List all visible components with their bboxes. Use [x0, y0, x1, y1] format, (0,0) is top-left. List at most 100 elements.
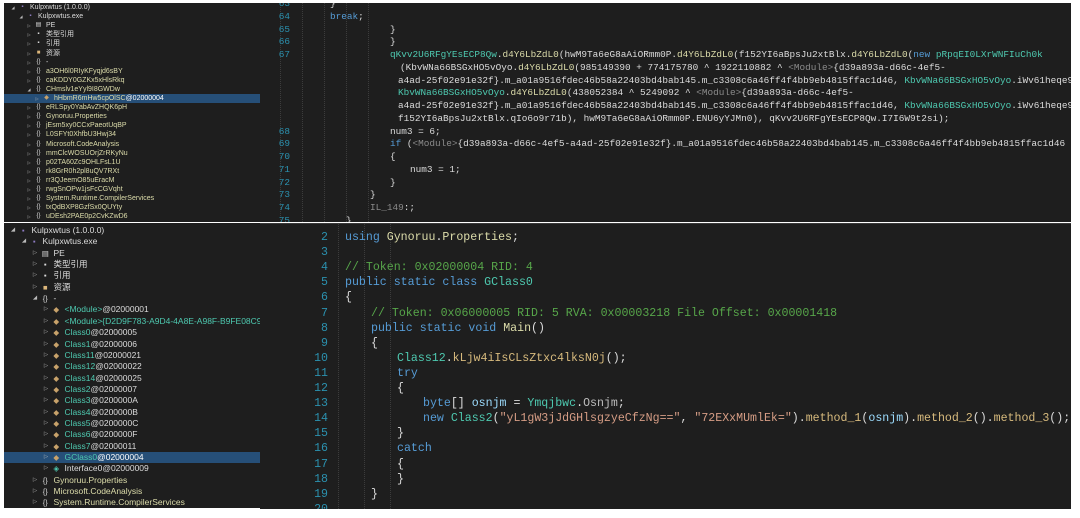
code-line[interactable]: new Class2("yL1gW3jJdGHlsgzyeCfzNg==", "… — [423, 411, 1070, 426]
collapsed-arrow-icon[interactable]: ▷ — [41, 361, 51, 372]
tree-node[interactable]: ▷ ◆ Class1 @02000006 — [4, 339, 137, 350]
collapsed-arrow-icon[interactable]: ▷ — [24, 49, 34, 58]
collapsed-arrow-icon[interactable]: ▷ — [24, 167, 34, 176]
collapsed-arrow-icon[interactable]: ▷ — [24, 130, 34, 139]
collapsed-arrow-icon[interactable]: ▷ — [41, 339, 51, 350]
code-line[interactable]: Class12.kLjw4iIsCLsZtxc4lksN0j(); — [397, 351, 627, 366]
collapsed-arrow-icon[interactable]: ▷ — [24, 194, 34, 203]
code-line[interactable]: byte[] osnjm = Ymqjbwc.Osnjm; — [423, 396, 625, 411]
code-line[interactable]: } — [346, 215, 352, 222]
collapsed-arrow-icon[interactable]: ▷ — [24, 176, 34, 185]
tree-node[interactable]: ◢ ▪ Kulpxwtus.exe — [4, 236, 97, 247]
bottom-assembly-tree[interactable]: ◢ ▪ Kulpxwtus (1.0.0.0) ◢ ▪ Kulpxwtus.exe ▷ ▤ PE… — [4, 223, 260, 508]
tree-node[interactable]: ▷ ▪ 类型引用 — [4, 30, 74, 39]
tree-node[interactable]: ▷{} Gynoruu.Properties — [4, 475, 127, 486]
collapsed-arrow-icon[interactable]: ▷ — [41, 463, 51, 474]
tree-node[interactable]: ▷ ◆ Class11 @02000021 — [4, 350, 141, 361]
tree-node[interactable]: ▷{} a3OH6l0RIyKFyqjd6sBY — [4, 67, 122, 76]
collapsed-arrow-icon[interactable]: ▷ — [30, 475, 40, 486]
collapsed-arrow-icon[interactable]: ▷ — [41, 418, 51, 429]
expanded-arrow-icon[interactable]: ◢ — [16, 12, 26, 21]
collapsed-arrow-icon[interactable]: ▷ — [41, 350, 51, 361]
collapsed-arrow-icon[interactable]: ▷ — [24, 67, 34, 76]
tree-node[interactable]: ▷ ◆ hHbmR6mHw5cpOlSC @02000004 — [4, 94, 260, 104]
collapsed-arrow-icon[interactable]: ▷ — [24, 30, 34, 39]
collapsed-arrow-icon[interactable]: ▷ — [30, 497, 40, 508]
collapsed-arrow-icon[interactable]: ▷ — [41, 304, 51, 315]
collapsed-arrow-icon[interactable]: ▷ — [24, 112, 34, 121]
tree-node[interactable]: ▷ ◆ Class0 @02000005 — [4, 327, 137, 338]
code-line[interactable]: f152YI6aBpsJu2xtBlx.qIo6o9r71b), hwM9Ta6… — [398, 113, 949, 126]
collapsed-arrow-icon[interactable]: ▷ — [41, 384, 51, 395]
code-line[interactable]: try — [397, 366, 418, 381]
code-line[interactable]: { — [390, 151, 396, 164]
tree-node[interactable]: ▷{} jEsm5xy0CCxPaeotUqBP — [4, 121, 126, 130]
expanded-arrow-icon[interactable]: ◢ — [8, 225, 18, 236]
tree-node[interactable]: ◢{} - — [4, 293, 56, 304]
code-line[interactable]: (KbvWNa66BSGxHO5vOyo.d4Y6LbZdL0(98514939… — [400, 62, 946, 75]
tree-node[interactable]: ▷ ◆ Class5 @0200000C — [4, 418, 138, 429]
collapsed-arrow-icon[interactable]: ▷ — [41, 327, 51, 338]
tree-node[interactable]: ▷ ◆ Class3 @0200000A — [4, 395, 138, 406]
code-line[interactable]: } — [390, 24, 396, 37]
code-line[interactable]: catch — [397, 441, 432, 456]
tree-node[interactable]: ▷ ◆ Class12 @02000022 — [4, 361, 142, 372]
tree-node[interactable]: ▷ ▪ 类型引用 — [4, 259, 88, 270]
tree-node[interactable]: ▷ ■ 资源 — [4, 49, 60, 58]
collapsed-arrow-icon[interactable]: ▷ — [24, 158, 34, 167]
tree-node[interactable]: ◢{} CHmslv1eYyl9I8GWDw — [4, 85, 119, 94]
code-line[interactable]: } — [390, 177, 396, 190]
collapsed-arrow-icon[interactable]: ▷ — [24, 149, 34, 158]
collapsed-arrow-icon[interactable]: ▷ — [41, 441, 51, 452]
collapsed-arrow-icon[interactable]: ▷ — [41, 452, 51, 463]
code-line[interactable]: using Gynoruu.Properties; — [345, 230, 519, 245]
tree-node[interactable]: ▷{} L0SFYt0XhfbU3Hwj34 — [4, 130, 116, 139]
code-line[interactable]: public static class GClass0 — [345, 275, 533, 290]
bottom-code-editor[interactable]: 2 using Gynoruu.Properties; 3 4// Token: 0x… — [260, 223, 1071, 509]
code-line[interactable]: public static void Main() — [371, 321, 545, 336]
code-line[interactable]: } — [397, 472, 404, 487]
top-code-editor[interactable]: 63} 64 break; 65} 66} 67 qKvv2U6RFgYEsECP8Qw.d… — [260, 3, 1071, 222]
tree-node[interactable]: ▷ ◆ Class7 @02000011 — [4, 441, 136, 452]
collapsed-arrow-icon[interactable]: ▷ — [30, 248, 40, 259]
tree-node[interactable]: ▷{} mmClcWOSUOrjZrRKyNu — [4, 149, 127, 158]
collapsed-arrow-icon[interactable]: ▷ — [41, 373, 51, 384]
collapsed-arrow-icon[interactable]: ▷ — [30, 486, 40, 497]
tree-node[interactable]: ▷ ▤ PE — [4, 248, 65, 259]
collapsed-arrow-icon[interactable]: ▷ — [24, 103, 34, 112]
top-assembly-tree[interactable]: ◢ ▪ Kulpxwtus (1.0.0.0) ◢ ▪ Kulpxwtus.exe ▷ ▤ PE… — [4, 3, 260, 222]
tree-node[interactable]: ▷{} caKDDY0GZKx5xHlsRkq — [4, 76, 124, 85]
code-line[interactable]: { — [345, 290, 352, 305]
tree-node[interactable]: ▷ ◆ Class14 @02000025 — [4, 373, 142, 384]
tree-node[interactable]: ▷{} p02TA60Zc9OHLFsL1U — [4, 158, 120, 167]
tree-node[interactable]: ▷{} - — [4, 58, 48, 67]
tree-node[interactable]: ◢ ▪ Kulpxwtus (1.0.0.0) — [4, 225, 104, 236]
code-line[interactable]: IL_149:; — [370, 202, 415, 215]
code-line[interactable]: // Token: 0x06000005 RID: 5 RVA: 0x00003… — [371, 306, 837, 321]
code-line[interactable]: qKvv2U6RFgYEsECP8Qw.d4Y6LbZdL0(hwM9Ta6eG… — [390, 49, 1043, 62]
tree-node[interactable]: ▷{} System.Runtime.CompilerServices — [4, 497, 185, 508]
code-line[interactable]: num3 = 1; — [410, 164, 461, 177]
tree-node[interactable]: ◢ ▪ Kulpxwtus.exe — [4, 12, 83, 21]
collapsed-arrow-icon[interactable]: ▷ — [41, 395, 51, 406]
tree-node[interactable]: ▷{} System.Runtime.CompilerServices — [4, 194, 154, 203]
expanded-arrow-icon[interactable]: ◢ — [19, 236, 29, 247]
tree-node[interactable]: ▷ ■ 资源 — [4, 282, 71, 293]
code-line[interactable]: break; — [330, 11, 364, 24]
collapsed-arrow-icon[interactable]: ▷ — [24, 185, 34, 194]
code-line[interactable]: } — [370, 189, 376, 202]
tree-node[interactable]: ◢ ▪ Kulpxwtus (1.0.0.0) — [4, 3, 89, 12]
tree-node[interactable]: ▷ ◆ <Module>{D2D9F783-A9D4-4A8E-A98F-B9FE0… — [4, 316, 260, 327]
tree-node[interactable]: ▷{} Microsoft.CodeAnalysis — [4, 486, 142, 497]
code-line[interactable]: a4ad-25f02e91e32f}.m_a01a9516fdec46b58a2… — [398, 100, 1071, 113]
tree-node[interactable]: ▷{} Gynoruu.Properties — [4, 112, 106, 121]
collapsed-arrow-icon[interactable]: ▷ — [24, 39, 34, 48]
code-line[interactable]: KbvWNa66BSGxHO5vOyo.d4Y6LbZdL0(438052384… — [398, 87, 854, 100]
code-line[interactable]: { — [371, 336, 378, 351]
code-line[interactable]: { — [397, 457, 404, 472]
collapsed-arrow-icon[interactable]: ▷ — [24, 203, 34, 212]
tree-node[interactable]: ▷ ◆ <Module> @02000001 — [4, 304, 149, 315]
collapsed-arrow-icon[interactable]: ▷ — [24, 58, 34, 67]
collapsed-arrow-icon[interactable]: ▷ — [24, 121, 34, 130]
tree-node[interactable]: ▷ ◆ Class2 @02000007 — [4, 384, 137, 395]
